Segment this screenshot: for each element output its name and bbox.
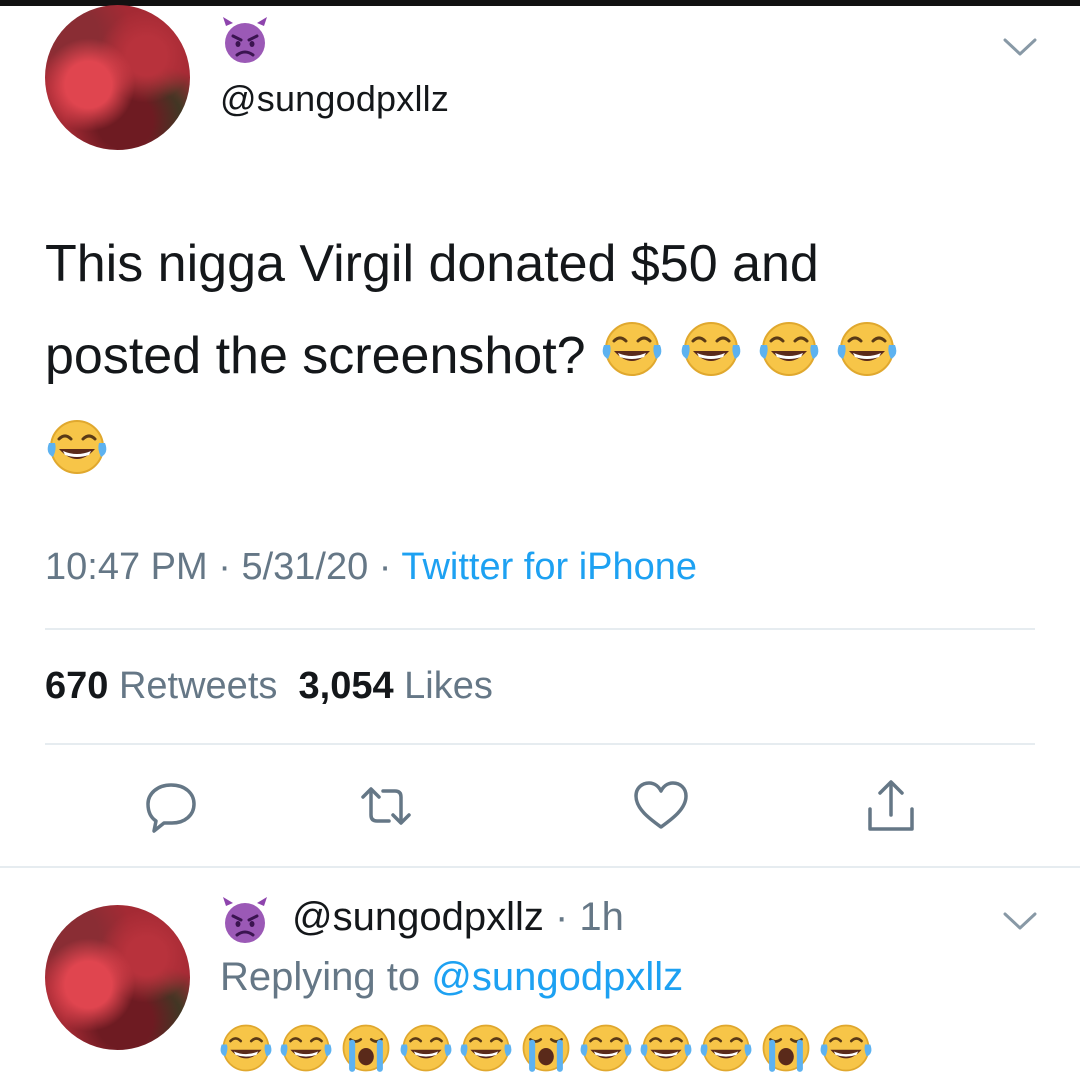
meta-separator: · bbox=[218, 546, 242, 588]
reply-handle[interactable]: @sungodpxllz bbox=[292, 895, 544, 939]
retweet-icon[interactable] bbox=[355, 775, 417, 837]
divider bbox=[45, 743, 1035, 745]
angry-devil-emoji-icon bbox=[223, 17, 267, 63]
face-with-tears-of-joy-icon bbox=[400, 1024, 452, 1072]
top-border bbox=[0, 0, 1080, 6]
reply-emoji-row bbox=[218, 1022, 878, 1079]
loudly-crying-face-icon bbox=[342, 1024, 390, 1072]
avatar[interactable] bbox=[45, 5, 190, 150]
tweet-text-line-3 bbox=[45, 408, 1035, 500]
face-with-tears-of-joy-icon bbox=[47, 420, 107, 474]
like-heart-icon[interactable] bbox=[630, 775, 692, 837]
face-with-tears-of-joy-icon bbox=[640, 1024, 692, 1072]
tweet-meta: 10:47 PM · 5/31/20 · Twitter for iPhone bbox=[45, 546, 697, 589]
tweet-date: 5/31/20 bbox=[241, 546, 369, 588]
divider bbox=[45, 628, 1035, 630]
reply-header: @sungodpxllz · 1h bbox=[292, 895, 624, 940]
likes-stat[interactable]: 3,054 Likes bbox=[299, 665, 493, 707]
tweet-stats: 670 Retweets 3,054 Likes bbox=[45, 665, 493, 708]
face-with-tears-of-joy-icon bbox=[220, 1024, 272, 1072]
face-with-tears-of-joy-icon bbox=[681, 322, 740, 376]
face-with-tears-of-joy-icon bbox=[700, 1024, 752, 1072]
chevron-down-icon[interactable] bbox=[1002, 36, 1038, 58]
meta-separator: · bbox=[543, 895, 580, 939]
tweet-time: 10:47 PM bbox=[45, 546, 208, 588]
tweet-source-link[interactable]: Twitter for iPhone bbox=[401, 546, 697, 588]
loudly-crying-face-icon bbox=[522, 1024, 570, 1072]
like-count: 3,054 bbox=[298, 665, 394, 707]
share-icon[interactable] bbox=[860, 775, 922, 837]
reply-icon[interactable] bbox=[140, 775, 202, 837]
reply-avatar[interactable] bbox=[45, 905, 190, 1050]
tears-of-joy-emoji-group bbox=[600, 316, 899, 408]
replying-to-line: Replying to @sungodpxllz bbox=[220, 955, 683, 1000]
loudly-crying-face-icon bbox=[762, 1024, 810, 1072]
face-with-tears-of-joy-icon bbox=[759, 322, 819, 376]
replying-to-mention[interactable]: @sungodpxllz bbox=[431, 955, 683, 999]
tweet-text-line-1: This nigga Virgil donated $50 and bbox=[45, 235, 819, 293]
divider bbox=[0, 866, 1080, 868]
face-with-tears-of-joy-icon bbox=[580, 1024, 632, 1072]
tweet-body: This nigga Virgil donated $50 and posted… bbox=[45, 218, 1035, 500]
face-with-tears-of-joy-icon bbox=[820, 1024, 872, 1072]
face-with-tears-of-joy-icon bbox=[460, 1024, 512, 1072]
reply-time[interactable]: 1h bbox=[579, 895, 624, 939]
face-with-tears-of-joy-icon bbox=[838, 322, 897, 376]
tweet-handle[interactable]: @sungodpxllz bbox=[220, 78, 449, 120]
face-with-tears-of-joy-icon bbox=[280, 1024, 332, 1072]
replying-prefix: Replying to bbox=[220, 955, 421, 999]
face-with-tears-of-joy-icon bbox=[602, 322, 662, 376]
retweet-count: 670 bbox=[45, 665, 109, 707]
angry-devil-emoji-icon bbox=[223, 897, 267, 943]
retweet-label: Retweets bbox=[118, 665, 278, 707]
like-label: Likes bbox=[404, 665, 493, 707]
tweet-text-line-2-text: posted the screenshot? bbox=[45, 327, 586, 385]
retweets-stat[interactable]: 670 Retweets bbox=[45, 665, 277, 707]
meta-separator: · bbox=[378, 546, 402, 588]
chevron-down-icon[interactable] bbox=[1002, 910, 1038, 932]
tweet-text-line-2: posted the screenshot? bbox=[45, 310, 1035, 408]
